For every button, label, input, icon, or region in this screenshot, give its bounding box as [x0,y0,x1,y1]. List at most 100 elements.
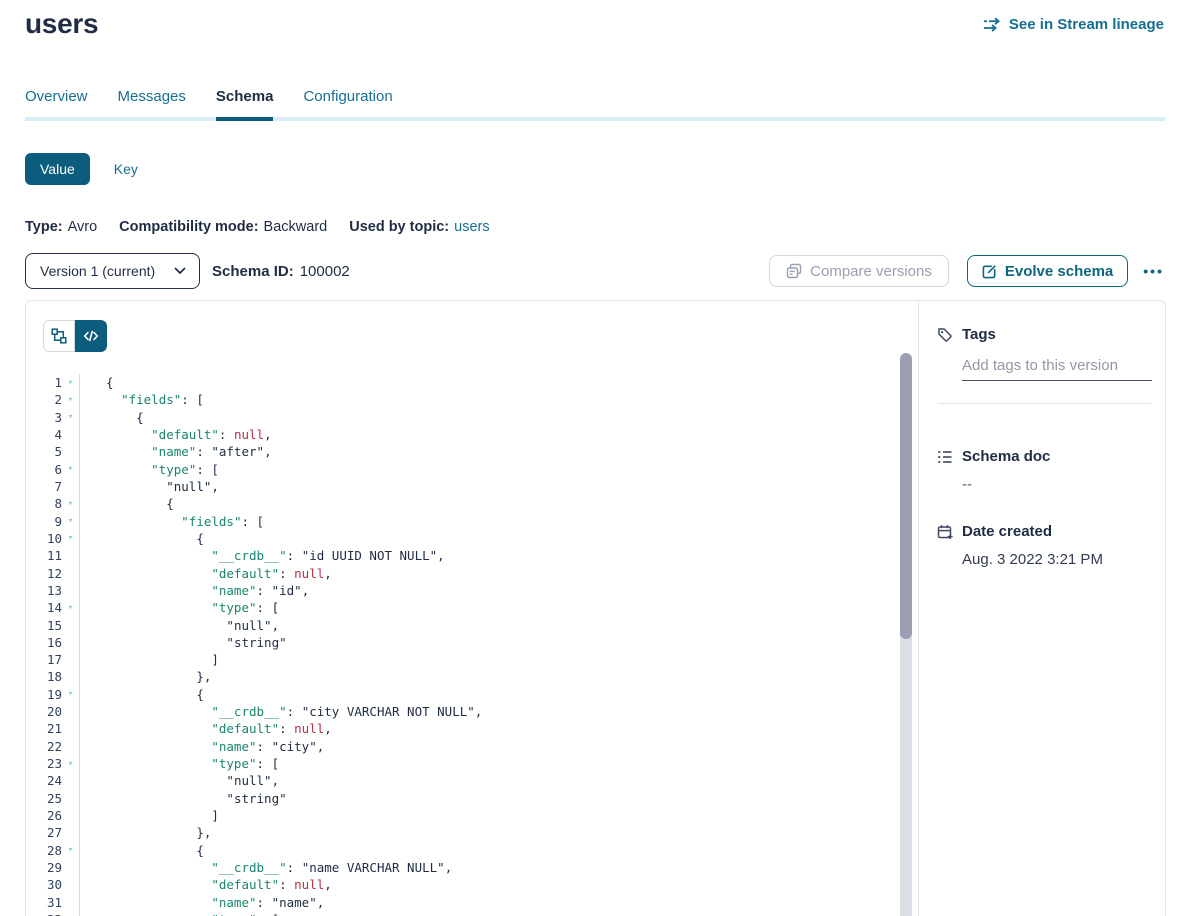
tag-icon [937,327,953,343]
fold-arrow-icon[interactable]: ▾ [62,533,79,543]
key-toggle-link[interactable]: Key [114,161,138,177]
line-number: 25 [26,791,62,806]
version-select[interactable]: Version 1 (current) [25,253,200,289]
tree-view-icon [51,328,67,344]
gutter: 27 [26,824,80,841]
gutter: 26 [26,807,80,824]
fold-arrow-icon[interactable]: ▾ [62,689,79,699]
value-toggle-button[interactable]: Value [25,153,90,185]
line-number: 15 [26,618,62,633]
code-line: 9▾ "fields": [ [26,513,904,530]
line-number: 27 [26,825,62,840]
code-text: "__crdb__": "name VARCHAR NULL", [80,860,452,875]
code-line: 2▾ "fields": [ [26,391,904,408]
date-created-value: Aug. 3 2022 3:21 PM [962,551,1155,568]
code-line: 32▾ "type": [ [26,911,904,916]
code-text: "default": null, [80,877,332,892]
tree-view-button[interactable] [43,320,75,352]
date-created-heading: Date created [962,523,1052,540]
code-line: 17 ] [26,651,904,668]
code-text: "fields": [ [80,514,264,529]
meta-compat-label: Compatibility mode: [119,219,258,235]
tab-bar: Overview Messages Schema Configuration [25,88,1165,121]
code-text: }, [80,669,211,684]
schema-id: Schema ID: 100002 [212,263,350,280]
line-number: 14 [26,600,62,615]
code-view-button[interactable] [75,320,107,352]
code-text: "null", [80,618,279,633]
more-options-button[interactable]: ••• [1141,259,1166,283]
stream-lineage-link[interactable]: See in Stream lineage [983,16,1164,33]
schema-code-editor[interactable]: 1▾{2▾ "fields": [3▾ {4 "default": null,5… [26,353,904,916]
gutter: 11 [26,547,80,564]
line-number: 21 [26,721,62,736]
schema-doc-value: -- [962,476,1155,493]
code-text: }, [80,825,211,840]
code-text: { [80,687,204,702]
schema-id-label: Schema ID: [212,263,294,280]
gutter: 19▾ [26,686,80,703]
code-text: ] [80,652,219,667]
fold-arrow-icon[interactable]: ▾ [62,464,79,474]
gutter: 22 [26,738,80,755]
meta-compatibility: Compatibility mode: Backward [119,219,327,235]
gutter: 7 [26,478,80,495]
fold-arrow-icon[interactable]: ▾ [62,759,79,769]
meta-compat-value: Backward [264,219,328,235]
tab-overview[interactable]: Overview [25,88,88,117]
gutter: 10▾ [26,530,80,547]
code-text: "null", [80,773,279,788]
tab-messages[interactable]: Messages [118,88,186,117]
gutter: 32▾ [26,911,80,916]
code-line: 1▾{ [26,374,904,391]
fold-arrow-icon[interactable]: ▾ [62,845,79,855]
line-number: 19 [26,687,62,702]
meta-type-label: Type: [25,219,63,235]
line-number: 4 [26,427,62,442]
line-number: 8 [26,496,62,511]
tab-schema[interactable]: Schema [216,88,274,117]
topic-link[interactable]: users [454,219,489,235]
compare-versions-label: Compare versions [810,263,932,280]
code-text: "type": [ [80,462,219,477]
evolve-schema-button[interactable]: Evolve schema [967,255,1128,287]
code-line: 3▾ { [26,409,904,426]
code-text: "type": [ [80,756,279,771]
code-line: 20 "__crdb__": "city VARCHAR NOT NULL", [26,703,904,720]
fold-arrow-icon[interactable]: ▾ [62,516,79,526]
page-title: users [25,8,98,40]
code-line: 10▾ { [26,530,904,547]
tab-configuration[interactable]: Configuration [303,88,392,117]
evolve-schema-icon [982,264,997,279]
gutter: 24 [26,772,80,789]
code-line: 4 "default": null, [26,426,904,443]
tags-input[interactable] [962,357,1152,381]
schema-page: users See in Stream lineage Overview Mes… [0,0,1189,916]
code-text: "string" [80,791,287,806]
fold-arrow-icon[interactable]: ▾ [62,603,79,613]
fold-arrow-icon[interactable]: ▾ [62,499,79,509]
line-number: 31 [26,895,62,910]
stream-lineage-label: See in Stream lineage [1009,16,1164,33]
fold-arrow-icon[interactable]: ▾ [62,378,79,388]
code-line: 28▾ { [26,841,904,858]
line-number: 10 [26,531,62,546]
tags-heading: Tags [962,326,996,343]
line-number: 17 [26,652,62,667]
compare-versions-button[interactable]: Compare versions [769,255,949,287]
fold-arrow-icon[interactable]: ▾ [62,412,79,422]
line-number: 30 [26,877,62,892]
scrollbar-thumb[interactable] [900,353,912,639]
gutter: 3▾ [26,409,80,426]
gutter: 13 [26,582,80,599]
line-number: 6 [26,462,62,477]
fold-arrow-icon[interactable]: ▾ [62,395,79,405]
version-controls-row: Version 1 (current) Schema ID: 100002 Co… [25,253,1166,289]
line-number: 13 [26,583,62,598]
gutter: 18 [26,668,80,685]
code-text: "__crdb__": "id UUID NOT NULL", [80,548,445,563]
gutter: 31 [26,893,80,910]
gutter: 17 [26,651,80,668]
line-number: 1 [26,375,62,390]
meta-used-by-topic: Used by topic: users [349,219,489,235]
